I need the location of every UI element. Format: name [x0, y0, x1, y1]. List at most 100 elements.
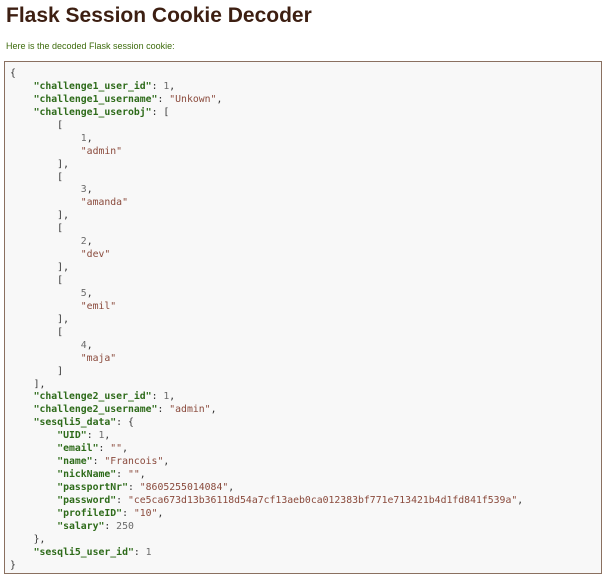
json-string: "Francois"	[104, 456, 164, 468]
json-punctuation: ],	[10, 158, 69, 170]
json-key: "email"	[57, 443, 99, 455]
json-punctuation	[10, 430, 57, 441]
json-punctuation: ,	[228, 482, 235, 493]
code-line: "maja"	[10, 353, 523, 366]
json-punctuation	[10, 482, 57, 493]
json-number: 250	[116, 520, 134, 532]
json-punctuation	[10, 94, 34, 105]
code-line: "passportNr": "8605255014084",	[10, 482, 523, 495]
json-key: "challenge2_user_id"	[33, 391, 152, 403]
json-key: "passportNr"	[57, 482, 128, 493]
json-punctuation: :	[116, 494, 128, 506]
json-punctuation	[10, 456, 57, 467]
code-line: "challenge1_user_id": 1,	[10, 81, 523, 94]
json-punctuation: :	[157, 404, 170, 416]
code-line: "sesqli5_data": {	[10, 417, 523, 430]
json-punctuation	[10, 547, 34, 558]
code-line: "emil"	[10, 301, 523, 314]
intro-text: Here is the decoded Flask session cookie…	[6, 41, 175, 51]
json-string: "ce5ca673d13b36118d54a7cf13aeb0ca012383b…	[127, 494, 518, 506]
code-line: "challenge1_userobj": [	[10, 107, 523, 120]
json-string: "emil"	[80, 300, 117, 312]
json-punctuation: ,	[210, 404, 217, 416]
json-punctuation: ,	[216, 93, 223, 105]
json-punctuation: ,	[163, 456, 170, 468]
json-punctuation: :	[122, 507, 134, 519]
code-line: "sesqli5_user_id": 1	[10, 547, 523, 560]
json-string: "dev"	[80, 249, 111, 261]
json-punctuation	[10, 495, 57, 506]
json-punctuation: [	[10, 223, 64, 235]
json-punctuation	[10, 469, 57, 480]
code-line: 1,	[10, 133, 523, 146]
code-line: [	[10, 172, 523, 185]
json-punctuation: ,	[86, 236, 93, 248]
code-line: "challenge1_username": "Unkown",	[10, 94, 523, 107]
json-punctuation: ]	[10, 365, 64, 377]
code-line: ]	[10, 366, 523, 379]
page-title: Flask Session Cookie Decoder	[6, 4, 312, 27]
json-punctuation: :	[151, 391, 164, 403]
json-punctuation: ,	[86, 339, 93, 351]
json-key: "challenge1_username"	[33, 93, 158, 105]
json-punctuation: ,	[86, 184, 93, 196]
code-line: "dev"	[10, 249, 523, 262]
json-punctuation: ,	[104, 430, 111, 442]
code-line: "UID": 1,	[10, 430, 523, 443]
json-punctuation: ,	[122, 443, 128, 455]
code-line: "profileID": "10",	[10, 508, 523, 521]
code-line: }	[10, 560, 523, 573]
json-punctuation: :	[104, 520, 117, 532]
json-punctuation: :	[98, 443, 111, 455]
code-line: ],	[10, 159, 523, 172]
json-punctuation	[10, 288, 81, 299]
json-punctuation: ],	[10, 313, 69, 325]
json-punctuation: :	[151, 80, 164, 92]
json-key: "UID"	[57, 430, 87, 442]
json-key: "challenge1_user_id"	[33, 80, 152, 92]
code-line: [	[10, 327, 523, 340]
json-punctuation: ,	[86, 287, 93, 299]
decoded-cookie-panel: { "challenge1_user_id": 1, "challenge1_u…	[4, 61, 602, 574]
code-line: 5,	[10, 288, 523, 301]
json-punctuation: ],	[10, 378, 46, 390]
json-punctuation	[10, 521, 57, 532]
json-string: "amanda"	[80, 197, 128, 209]
json-punctuation: [	[10, 119, 64, 131]
code-line: ],	[10, 314, 523, 327]
json-string: "maja"	[80, 352, 117, 364]
code-line: "nickName": "",	[10, 469, 523, 482]
json-punctuation	[10, 404, 34, 415]
json-punctuation: ],	[10, 262, 69, 274]
json-punctuation: {	[10, 68, 16, 79]
json-punctuation	[10, 184, 81, 195]
json-string: "8605255014084"	[139, 482, 229, 493]
json-string: "10"	[133, 507, 158, 519]
json-key: "name"	[57, 456, 93, 468]
decoded-cookie-json: { "challenge1_user_id": 1, "challenge1_u…	[10, 68, 523, 573]
code-line: [	[10, 120, 523, 133]
code-line: "challenge2_username": "admin",	[10, 404, 523, 417]
json-punctuation	[10, 236, 81, 247]
json-punctuation: :	[127, 482, 140, 493]
json-punctuation	[10, 81, 34, 92]
json-punctuation: :	[86, 430, 99, 442]
json-punctuation: :	[157, 93, 170, 105]
json-punctuation: ,	[169, 80, 176, 92]
json-punctuation: ,	[517, 494, 524, 506]
code-line: 2,	[10, 236, 523, 249]
json-punctuation	[10, 133, 81, 144]
json-punctuation	[10, 353, 81, 364]
json-punctuation	[10, 146, 81, 157]
json-string: "admin"	[169, 404, 211, 416]
json-punctuation: [	[10, 326, 64, 338]
json-key: "sesqli5_data"	[33, 417, 117, 429]
code-line: ],	[10, 379, 523, 392]
json-punctuation: ,	[139, 469, 146, 481]
json-punctuation: }	[10, 559, 16, 571]
json-punctuation	[10, 107, 34, 118]
code-line: [	[10, 223, 523, 236]
json-number: 1	[145, 546, 152, 558]
json-punctuation	[10, 508, 57, 519]
json-string: ""	[127, 469, 140, 481]
